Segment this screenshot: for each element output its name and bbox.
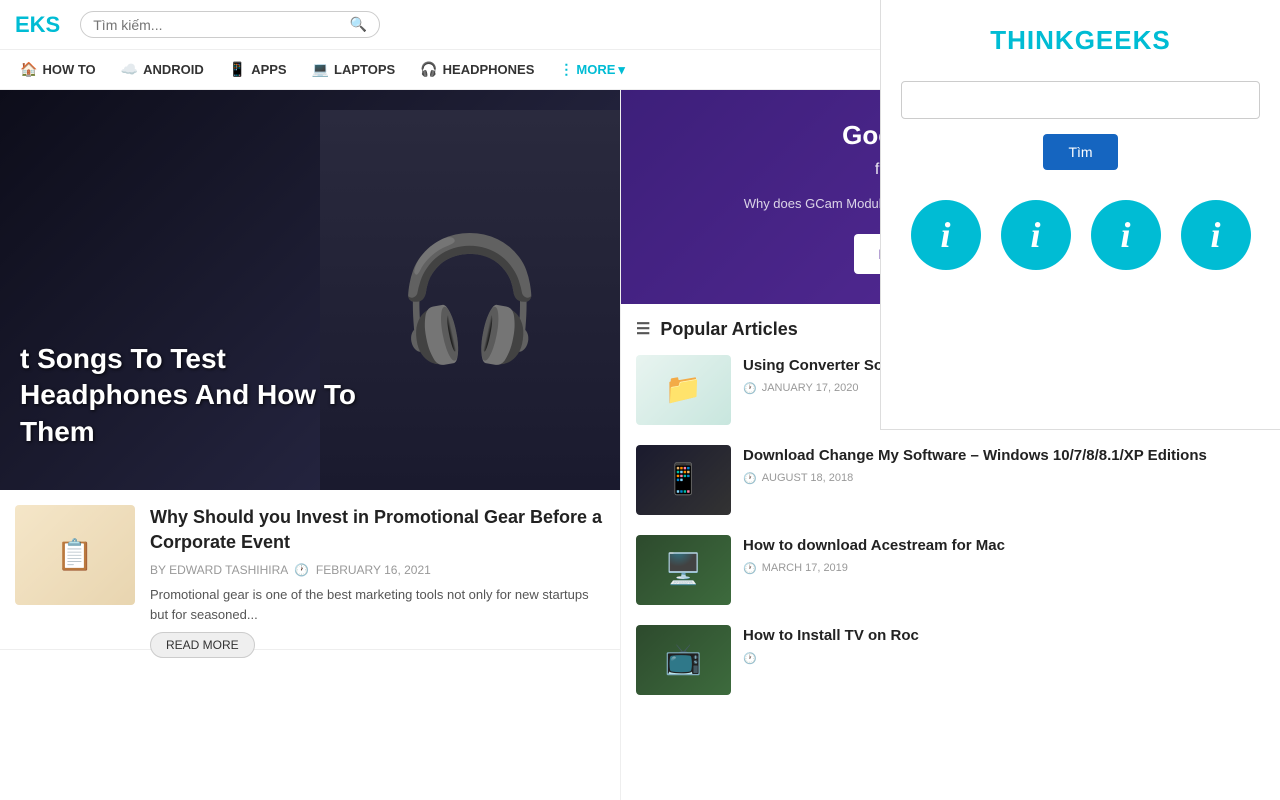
overlay-search-button[interactable]: Tìm [1043,134,1117,170]
popular-article-4: 📺 How to Install TV on Roc 🕐 [636,625,1265,695]
apps-icon: 📱 [229,61,246,78]
article-excerpt: Promotional gear is one of the best mark… [150,585,605,624]
popular-date-4: 🕐 [743,652,1265,665]
popular-thumb-4: 📺 [636,625,731,695]
clock-icon-3: 🕐 [743,562,757,575]
android-icon: ☁️ [121,61,138,78]
info-icon-1[interactable]: i [911,200,981,270]
search-input[interactable] [93,17,350,33]
popular-date-2: 🕐 AUGUST 18, 2018 [743,472,1265,485]
clock-icon-4: 🕐 [743,652,757,665]
popular-content-3: How to download Acestream for Mac 🕐 MARC… [743,535,1265,575]
thumb-image-3: 🖥️ [636,535,731,605]
clock-icon-2: 🕐 [743,472,757,485]
info-icon-4[interactable]: i [1181,200,1251,270]
hero-title: t Songs To Test Headphones And How To Th… [20,341,400,450]
popular-thumb-1: 📁 [636,355,731,425]
popular-title-4[interactable]: How to Install TV on Roc [743,625,1265,646]
article-author: BY EDWARD TASHIHIRA [150,563,288,577]
popular-title-3[interactable]: How to download Acestream for Mac [743,535,1265,556]
nav-item-android[interactable]: ☁️ ANDROID [111,53,214,86]
thumb-image-1: 📁 [636,355,731,425]
home-icon: 🏠 [20,61,37,78]
nav-label-apps: APPS [251,62,286,77]
laptops-icon: 💻 [312,61,329,78]
search-bar: 🔍 [80,11,380,38]
article-thumbnail: 📋 [15,505,135,605]
thumbnail-image: 📋 [15,505,135,605]
nav-label-laptops: LAPTOPS [334,62,395,77]
nav-item-laptops[interactable]: 💻 LAPTOPS [302,53,406,86]
hero-section: 🎧 t Songs To Test Headphones And How To … [0,90,620,490]
chevron-down-icon: ▾ [618,62,625,78]
overlay-logo: THINKGEEKS [990,25,1170,56]
nav-item-apps[interactable]: 📱 APPS [219,53,297,86]
article-body: Why Should you Invest in Promotional Gea… [150,505,605,658]
overlay-search-input[interactable] [901,81,1260,119]
read-more-button[interactable]: READ MORE [150,632,255,658]
clock-icon-1: 🕐 [743,382,757,395]
popular-articles-title: Popular Articles [660,319,797,340]
nav-label-android: ANDROID [143,62,204,77]
nav-label-more: MORE [576,62,615,77]
nav-item-howto[interactable]: 🏠 HOW TO [10,53,106,86]
more-dots-icon: ⋮ [559,61,573,78]
left-column: 🎧 t Songs To Test Headphones And How To … [0,90,620,800]
info-icon-2[interactable]: i [1001,200,1071,270]
article-title: Why Should you Invest in Promotional Gea… [150,505,605,555]
popular-article-2: 📱 Download Change My Software – Windows … [636,445,1265,515]
thumb-image-4: 📺 [636,625,731,695]
popular-thumb-3: 🖥️ [636,535,731,605]
list-icon: ☰ [636,319,650,339]
popular-title-2[interactable]: Download Change My Software – Windows 10… [743,445,1265,466]
article-meta: BY EDWARD TASHIHIRA 🕐 FEBRUARY 16, 2021 [150,563,605,577]
search-icon[interactable]: 🔍 [350,16,367,33]
info-icon-3[interactable]: i [1091,200,1161,270]
featured-article: 📋 Why Should you Invest in Promotional G… [0,490,620,650]
article-date: FEBRUARY 16, 2021 [316,563,431,577]
popular-date-text-1: JANUARY 17, 2020 [762,382,859,394]
overlay-panel: THINKGEEKS Tìm i i i i [880,0,1280,430]
popular-content-2: Download Change My Software – Windows 10… [743,445,1265,485]
thumb-image-2: 📱 [636,445,731,515]
popular-content-4: How to Install TV on Roc 🕐 [743,625,1265,665]
nav-label-headphones: HEADPHONES [443,62,535,77]
nav-label-howto: HOW TO [42,62,95,77]
nav-item-headphones[interactable]: 🎧 HEADPHONES [410,53,544,86]
popular-date-text-2: AUGUST 18, 2018 [762,472,854,484]
popular-date-3: 🕐 MARCH 17, 2019 [743,562,1265,575]
site-logo[interactable]: EKS [15,12,60,38]
popular-date-text-3: MARCH 17, 2019 [762,562,848,574]
overlay-icons-row: i i i i [911,200,1251,270]
headphones-icon: 🎧 [420,61,437,78]
popular-article-3: 🖥️ How to download Acestream for Mac 🕐 M… [636,535,1265,605]
popular-thumb-2: 📱 [636,445,731,515]
nav-item-more[interactable]: ⋮ MORE ▾ [549,53,635,86]
